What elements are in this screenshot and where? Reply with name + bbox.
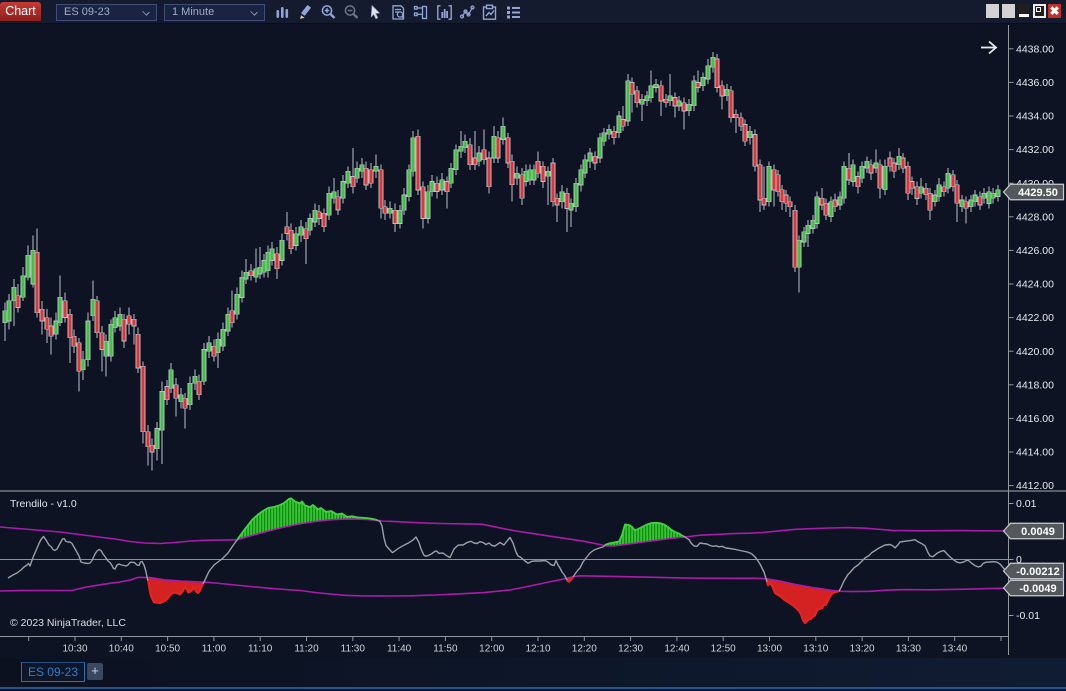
svg-text:4412.00: 4412.00 <box>1016 480 1054 492</box>
svg-text:12:10: 12:10 <box>525 644 550 655</box>
svg-text:4428.00: 4428.00 <box>1016 211 1054 223</box>
svg-text:© 2023 NinjaTrader, LLC: © 2023 NinjaTrader, LLC <box>10 617 126 629</box>
svg-text:10:50: 10:50 <box>155 644 180 655</box>
svg-text:Trendilo - v1.0: Trendilo - v1.0 <box>10 498 77 510</box>
svg-text:12:40: 12:40 <box>664 644 689 655</box>
svg-text:0.01: 0.01 <box>1016 498 1037 510</box>
svg-text:13:30: 13:30 <box>896 644 921 655</box>
svg-text:-0.00212: -0.00212 <box>1016 566 1059 578</box>
svg-text:12:50: 12:50 <box>711 644 736 655</box>
svg-text:13:10: 13:10 <box>803 644 828 655</box>
svg-text:11:50: 11:50 <box>433 644 458 655</box>
svg-text:13:40: 13:40 <box>942 644 967 655</box>
svg-text:12:30: 12:30 <box>618 644 643 655</box>
svg-text:12:00: 12:00 <box>479 644 504 655</box>
svg-text:10:40: 10:40 <box>109 644 134 655</box>
svg-text:11:00: 11:00 <box>202 644 227 655</box>
svg-text:11:30: 11:30 <box>341 644 366 655</box>
svg-text:4432.00: 4432.00 <box>1016 144 1054 156</box>
svg-text:11:20: 11:20 <box>294 644 319 655</box>
svg-text:11:10: 11:10 <box>248 644 273 655</box>
svg-text:4416.00: 4416.00 <box>1016 413 1054 425</box>
svg-text:4436.00: 4436.00 <box>1016 77 1054 89</box>
svg-text:4420.00: 4420.00 <box>1016 346 1054 358</box>
svg-text:10:30: 10:30 <box>62 644 87 655</box>
svg-text:4424.00: 4424.00 <box>1016 279 1054 291</box>
svg-text:0.0049: 0.0049 <box>1021 526 1055 538</box>
svg-text:12:20: 12:20 <box>572 644 597 655</box>
svg-text:11:40: 11:40 <box>387 644 412 655</box>
svg-text:13:20: 13:20 <box>850 644 875 655</box>
svg-text:-0.0049: -0.0049 <box>1019 583 1056 595</box>
svg-text:-0.01: -0.01 <box>1016 610 1040 622</box>
svg-text:4414.00: 4414.00 <box>1016 447 1054 459</box>
svg-text:4438.00: 4438.00 <box>1016 43 1054 55</box>
svg-text:4429.50: 4429.50 <box>1018 187 1058 199</box>
svg-text:4426.00: 4426.00 <box>1016 245 1054 257</box>
svg-text:4422.00: 4422.00 <box>1016 312 1054 324</box>
svg-text:4434.00: 4434.00 <box>1016 111 1054 123</box>
svg-text:4418.00: 4418.00 <box>1016 379 1054 391</box>
svg-text:13:00: 13:00 <box>757 644 782 655</box>
